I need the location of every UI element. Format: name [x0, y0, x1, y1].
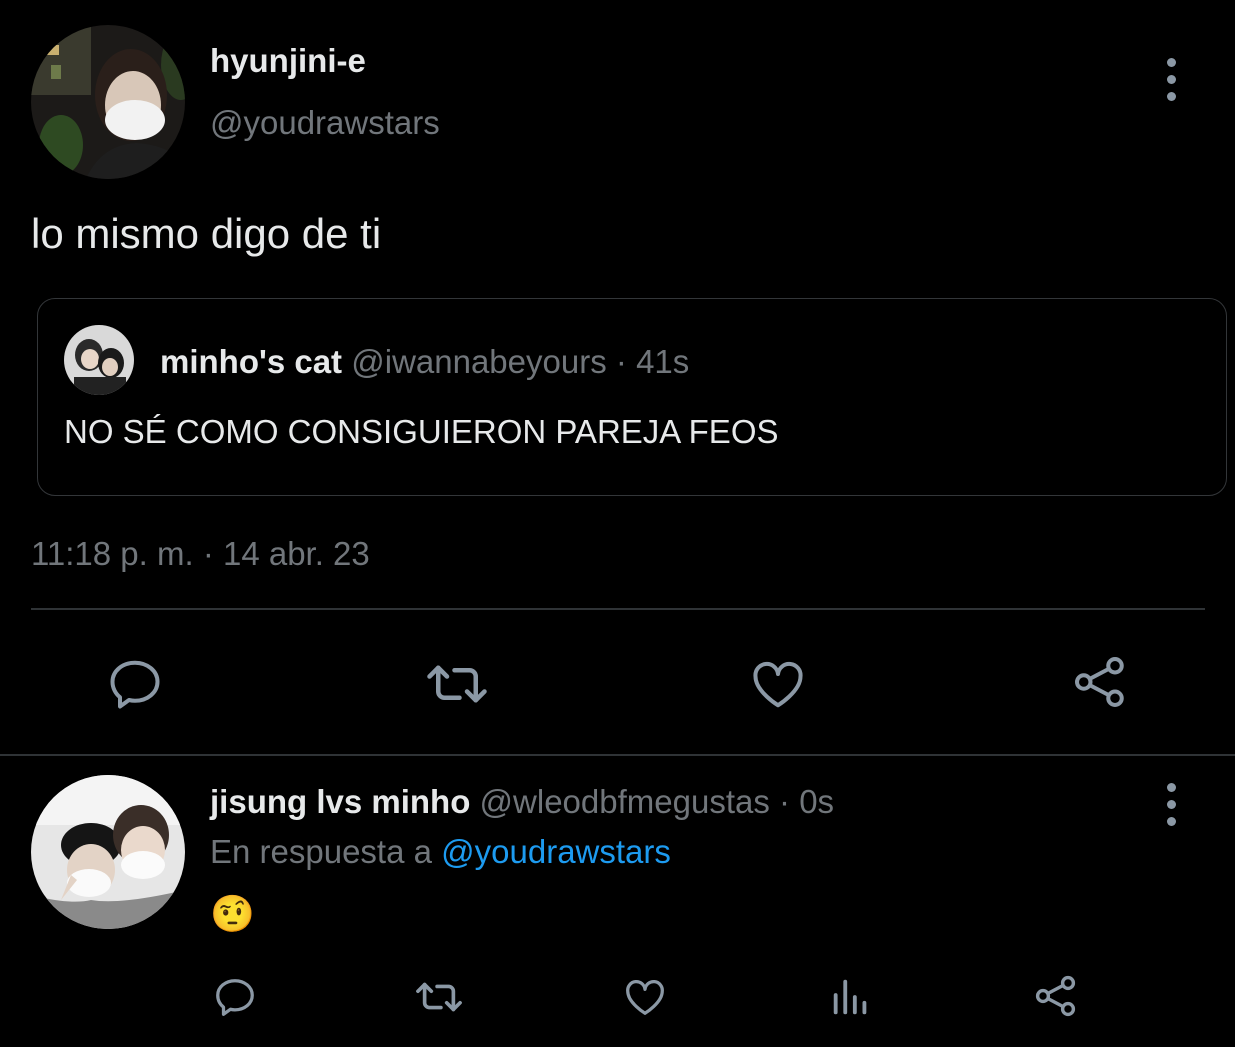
share-icon: [1074, 656, 1124, 708]
quoted-header: minho's cat @iwannabeyours · 41s: [160, 343, 689, 381]
reply-more-options-button[interactable]: [1165, 783, 1177, 826]
reply-author-avatar[interactable]: [31, 775, 185, 929]
reply-icon: [216, 979, 254, 1016]
analytics-icon: [833, 979, 867, 1015]
author-handle[interactable]: @youdrawstars: [210, 104, 440, 142]
reply-text: 🤨: [210, 893, 255, 934]
like-button[interactable]: [748, 654, 808, 714]
reply-header: jisung lvs minho @wleodbfmegustas · 0s: [210, 783, 834, 821]
retweet-icon: [416, 982, 462, 1012]
divider: [31, 608, 1205, 610]
share-button[interactable]: [1070, 652, 1130, 712]
reply-retweet-button[interactable]: [414, 974, 464, 1020]
reply-display-name[interactable]: jisung lvs minho: [210, 783, 470, 820]
reply-to-link[interactable]: @youdrawstars: [441, 833, 671, 870]
quoted-tweet-card[interactable]: minho's cat @iwannabeyours · 41s NO SÉ C…: [37, 298, 1227, 496]
retweet-icon: [427, 665, 487, 703]
reply-icon: [110, 660, 160, 709]
like-icon: [753, 661, 803, 708]
reply-age: 0s: [799, 783, 835, 820]
reply-share-button[interactable]: [1032, 972, 1080, 1020]
tweet-text: lo mismo digo de ti: [31, 210, 382, 257]
quoted-author-avatar: [64, 325, 134, 395]
reply-handle[interactable]: @wleodbfmegustas: [480, 783, 770, 820]
reply-separator: ·: [779, 783, 791, 820]
quoted-text: NO SÉ COMO CONSIGUIERON PAREJA FEOS: [64, 413, 779, 450]
more-vertical-icon: [1166, 58, 1176, 67]
reply-button[interactable]: [105, 654, 165, 714]
reply-analytics-button[interactable]: [828, 974, 874, 1020]
quoted-handle: @iwannabeyours: [351, 343, 607, 380]
more-vertical-icon: [1166, 783, 1176, 792]
retweet-button[interactable]: [424, 654, 490, 714]
tweet-separator: [0, 754, 1235, 756]
reply-like-button[interactable]: [622, 974, 668, 1020]
more-options-button[interactable]: [1165, 58, 1177, 101]
reply-reply-button[interactable]: [212, 974, 258, 1020]
quoted-display-name: minho's cat: [160, 343, 343, 380]
author-avatar[interactable]: [31, 25, 185, 179]
quoted-age: 41s: [636, 343, 690, 380]
tweet-timestamp[interactable]: 11:18 p. m. · 14 abr. 23: [31, 535, 370, 573]
like-icon: [626, 980, 664, 1015]
author-display-name[interactable]: hyunjini-e: [210, 42, 366, 80]
share-icon: [1035, 975, 1076, 1017]
quoted-separator: ·: [615, 343, 627, 380]
reply-prefix: En respuesta a: [210, 833, 432, 870]
reply-context: En respuesta a @youdrawstars: [210, 833, 671, 871]
